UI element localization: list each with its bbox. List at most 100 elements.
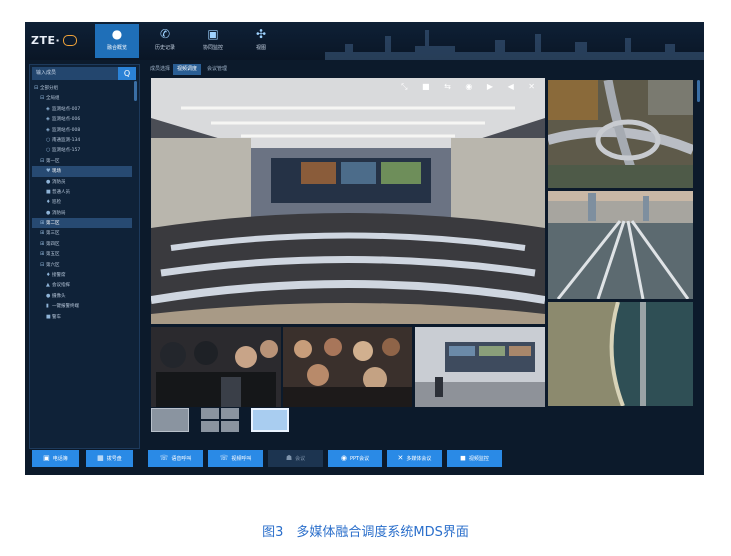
video-thumb-control-room[interactable]	[415, 327, 545, 407]
tree-item-label: 巡检	[52, 200, 61, 206]
tree-item[interactable]: ● 摄像头	[32, 291, 132, 301]
tree-item-label: 全部分组	[40, 86, 58, 91]
video-thumb-coast[interactable]	[548, 302, 693, 406]
tree-item-label: 现场	[52, 169, 61, 175]
multimedia-conference-button[interactable]: ✕ 多媒体会议	[387, 450, 442, 467]
tree-item[interactable]: ■普通人员	[32, 187, 132, 197]
voice-call-button[interactable]: ☏ 语音呼叫	[148, 450, 203, 467]
mds-badge-icon	[63, 34, 78, 46]
railway-image	[548, 191, 693, 299]
camera-icon: ◼	[460, 454, 466, 462]
tree-item-label: 一键报警终端	[52, 304, 79, 310]
button-label: 视频监控	[468, 456, 489, 462]
nav-label: 融合概览	[106, 45, 127, 51]
police-crowd-image	[151, 327, 281, 407]
tree-item-label: 第三区	[46, 231, 60, 237]
tree-item[interactable]: ● 消防局	[32, 208, 132, 218]
nav-monitor[interactable]: ▣ 协同监控	[191, 24, 235, 58]
top-bar: ZTE· ● 融合概览 ✆ 历史记录 ▣ 协同监控 ✣ 视图	[25, 22, 704, 60]
tree-item-label: 第五区	[46, 252, 60, 258]
video-scrollbar[interactable]	[697, 80, 700, 102]
ppt-icon: ◉	[340, 454, 347, 462]
tree-item-label: 会议指挥	[52, 283, 70, 289]
monitor-icon: ▣	[207, 27, 219, 41]
control-room-image	[415, 327, 545, 407]
tree-item-label: 监测站点-157	[52, 148, 81, 154]
layout-quad-button[interactable]	[201, 408, 239, 432]
nav-label: 协同监控	[202, 45, 223, 51]
phone-icon: ☏	[159, 454, 169, 462]
tree-item[interactable]: ▮ 一键报警终端	[32, 301, 132, 311]
tab-video-dispatch[interactable]: 视频调度	[173, 64, 202, 75]
phonebook-icon: ▣	[43, 454, 50, 462]
tree-scrollbar[interactable]	[134, 81, 137, 101]
tree-item-label: 普通人员	[52, 189, 70, 195]
tree-item-label: 摄像头	[52, 293, 66, 299]
tree-item[interactable]: ⊞ 第五区	[32, 249, 132, 259]
tree-item-label: 监测站点-007	[52, 106, 81, 112]
video-call-button[interactable]: ☏ 视频呼叫	[208, 450, 263, 467]
video-toolbar[interactable]: ⤡ ■ ⇆ ◉ ▶ ◀ ✕	[401, 82, 541, 92]
member-search-input[interactable]: 输入成员	[32, 67, 118, 80]
tree-item-label: 第二区	[46, 221, 60, 227]
video-thumb-overpass[interactable]	[548, 80, 693, 188]
tree-item[interactable]: ⊟ 全局组	[32, 93, 132, 103]
conference-button[interactable]: ☗ 会议	[268, 450, 323, 467]
tab-conference[interactable]: 会议管理	[203, 64, 231, 75]
tree-item[interactable]: ● 消防员	[32, 177, 132, 187]
tree-item[interactable]: ⊟ 第一区	[32, 156, 132, 166]
quad-grid-icon	[201, 408, 239, 432]
video-thumb-police[interactable]	[151, 327, 281, 407]
video-monitor-button[interactable]: ◼ 视频监控	[447, 450, 502, 467]
tree-item[interactable]: ♦ 接警席	[32, 270, 132, 280]
ppt-conference-button[interactable]: ◉ PPT会议	[328, 450, 382, 467]
user-icon: ●	[111, 27, 123, 41]
tree-item[interactable]: ◈ 监测站点-006	[32, 114, 132, 124]
member-panel: 输入成员 Q ⊟ 全部分组 ⊟ 全局组 ◈ 监测站点-007 ◈ 监测站点-006 ◈ 监测站点-…	[29, 64, 140, 449]
tree-item[interactable]: ⊞ 第二区	[32, 218, 132, 229]
overpass-aerial-image	[548, 80, 693, 188]
video-phone-icon: ☏	[219, 454, 229, 462]
search-button[interactable]: Q	[118, 67, 136, 80]
coastline-aerial-image	[548, 302, 693, 406]
tree-item[interactable]: ♥ 现场	[32, 166, 132, 177]
zte-logo: ZTE·	[31, 34, 78, 47]
tree-item[interactable]: ◈ 监测站点-007	[32, 104, 132, 114]
figure-caption: 图3 多媒体融合调度系统MDS界面	[262, 525, 469, 540]
dialpad-button[interactable]: ▦ 拨号盘	[86, 450, 133, 467]
button-label: 电话簿	[52, 456, 68, 462]
dialpad-icon: ▦	[97, 454, 104, 462]
phone-icon: ✆	[159, 27, 171, 41]
video-thumb-crowd[interactable]	[283, 327, 412, 407]
tree-item-label: 消防员	[52, 179, 66, 185]
command-center-image	[151, 78, 545, 324]
nav-history[interactable]: ✆ 历史记录	[143, 24, 187, 58]
tree-item[interactable]: ♦ 巡检	[32, 197, 132, 207]
grid-icon: ✣	[255, 27, 267, 41]
tree-item[interactable]: ⊟ 全部分组	[32, 83, 132, 93]
tree-item[interactable]: ⊞ 第三区	[32, 228, 132, 238]
tree-item[interactable]: ◈ 监测站点-008	[32, 125, 132, 135]
tree-item[interactable]: ▲ 会议指挥	[32, 280, 132, 290]
tree-item-label: 监测站点-008	[52, 127, 81, 133]
button-label: 多媒体会议	[406, 456, 432, 462]
tree-item[interactable]: ■警车	[32, 312, 132, 322]
tree-item[interactable]: ⊟ 第六区	[32, 260, 132, 270]
tree-item-label: 消防局	[52, 210, 66, 216]
tree-item[interactable]: ○ 南通监测-134	[32, 135, 132, 145]
nav-label: 视图	[255, 45, 266, 51]
layout-single-button[interactable]	[151, 408, 189, 432]
nav-view[interactable]: ✣ 视图	[239, 24, 283, 58]
tree-item-label: 全局组	[46, 96, 60, 102]
tree-item[interactable]: ⊞ 第四区	[32, 239, 132, 249]
layout-custom-button[interactable]	[251, 408, 289, 432]
nav-fusion-overview[interactable]: ● 融合概览	[95, 24, 139, 58]
main-video-window[interactable]: ⤡ ■ ⇆ ◉ ▶ ◀ ✕	[151, 78, 545, 324]
button-label: 拨号盘	[106, 456, 122, 462]
skyline-decoration	[325, 30, 704, 60]
video-thumb-railway[interactable]	[548, 191, 693, 299]
multimedia-icon: ✕	[397, 454, 404, 462]
tree-item[interactable]: ○ 监测站点-157	[32, 145, 132, 155]
tab-member-select[interactable]: 成员选择	[146, 64, 174, 75]
phonebook-button[interactable]: ▣ 电话簿	[32, 450, 79, 467]
